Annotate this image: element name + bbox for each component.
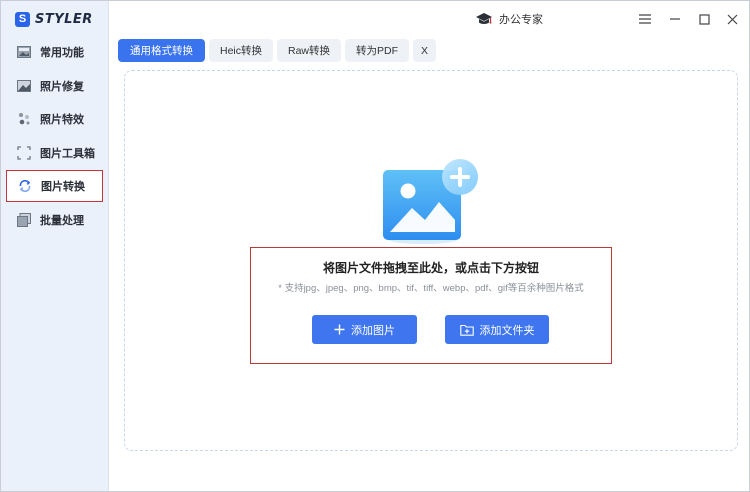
photo-repair-icon — [17, 79, 31, 93]
sidebar-item-label: 常用功能 — [40, 47, 84, 59]
batch-icon — [17, 213, 31, 227]
plus-icon — [334, 324, 345, 335]
app-logo: S STYLER — [15, 10, 93, 28]
tab-pdf[interactable]: 转为PDF — [345, 39, 409, 62]
minimize-button[interactable] — [664, 9, 686, 29]
add-image-icon — [381, 156, 481, 246]
tab-close[interactable]: X — [413, 39, 436, 62]
sidebar: S STYLER 常用功能 照片修复 照片特效 图片工具箱 图片转换 批量处理 — [1, 1, 109, 491]
maximize-button[interactable] — [693, 9, 715, 29]
logo-mark: S — [15, 11, 30, 27]
supported-formats-note: * 支持jpg、jpeg、png、bmp、tif、tiff、webp、pdf、g… — [278, 283, 584, 294]
sidebar-item-convert[interactable]: 图片转换 — [6, 170, 103, 202]
add-image-label: 添加图片 — [351, 324, 395, 337]
tab-label: Heic转换 — [219, 45, 262, 57]
sidebar-item-photo-repair[interactable]: 照片修复 — [6, 70, 103, 102]
menu-button[interactable] — [634, 9, 656, 29]
sidebar-item-batch[interactable]: 批量处理 — [6, 204, 103, 236]
tab-label: 通用格式转换 — [130, 45, 193, 57]
title-area[interactable]: 办公专家 — [475, 10, 543, 28]
minimize-icon — [670, 18, 680, 20]
sidebar-item-effects[interactable]: 照片特效 — [6, 103, 103, 135]
close-icon — [727, 14, 737, 24]
effects-icon — [17, 112, 31, 126]
sidebar-item-label: 图片工具箱 — [40, 148, 95, 160]
add-image-button[interactable]: 添加图片 — [312, 315, 417, 344]
folder-plus-icon — [459, 324, 474, 336]
sidebar-item-label: 批量处理 — [40, 215, 84, 227]
logo-text: STYLER — [35, 11, 93, 27]
tab-heic[interactable]: Heic转换 — [209, 39, 273, 62]
drop-title: 将图片文件拖拽至此处，或点击下方按钮 — [322, 261, 539, 275]
maximize-icon — [698, 13, 710, 25]
sidebar-item-toolbox[interactable]: 图片工具箱 — [6, 137, 103, 169]
tab-general-format[interactable]: 通用格式转换 — [118, 39, 205, 62]
common-icon — [17, 45, 31, 59]
app-window: S STYLER 常用功能 照片修复 照片特效 图片工具箱 图片转换 批量处理 … — [0, 0, 750, 492]
sidebar-item-label: 照片修复 — [40, 81, 84, 93]
add-folder-button[interactable]: 添加文件夹 — [445, 315, 549, 344]
tab-label: 转为PDF — [356, 45, 398, 57]
app-title: 办公专家 — [499, 14, 543, 26]
tab-raw[interactable]: Raw转换 — [277, 39, 341, 62]
add-folder-label: 添加文件夹 — [479, 324, 535, 337]
tab-close-label: X — [420, 44, 428, 57]
close-button[interactable] — [721, 9, 743, 29]
sidebar-item-label: 图片转换 — [41, 181, 85, 193]
graduation-cap-icon — [475, 12, 493, 26]
menu-icon — [639, 14, 651, 24]
sidebar-item-label: 照片特效 — [40, 114, 84, 126]
sidebar-item-common[interactable]: 常用功能 — [6, 36, 103, 68]
convert-icon — [18, 179, 32, 193]
tab-label: Raw转换 — [287, 45, 330, 57]
toolbox-icon — [17, 146, 31, 160]
